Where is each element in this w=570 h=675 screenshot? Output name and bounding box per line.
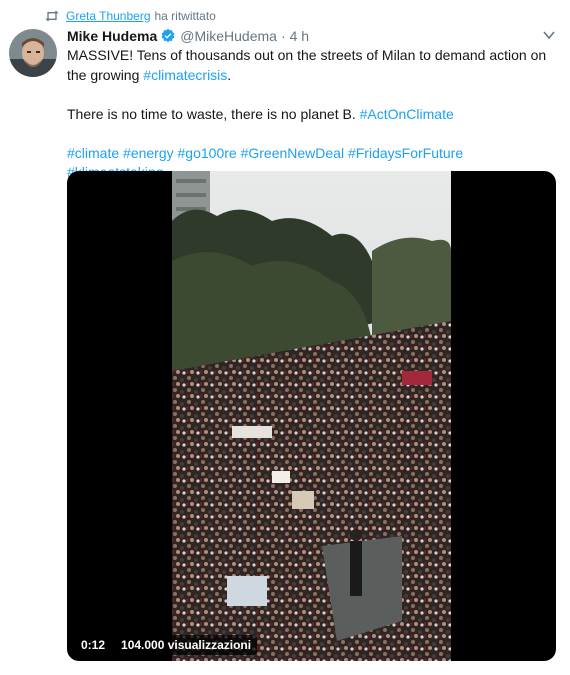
- tweet-paragraph-2: There is no time to waste, there is no p…: [67, 105, 562, 125]
- hashtag-energy[interactable]: #energy: [123, 145, 174, 161]
- video-player[interactable]: 0:12 104.000 visualizzazioni: [67, 171, 556, 661]
- tweet-text: MASSIVE! Tens of thousands out on the st…: [67, 46, 562, 183]
- retweet-icon: [45, 10, 59, 22]
- hashtag-go100re[interactable]: #go100re: [178, 145, 237, 161]
- header-separator: ·: [280, 28, 286, 44]
- hashtag-climatecrisis[interactable]: #climatecrisis: [143, 67, 227, 83]
- retweet-action-text: ha ritwittato: [154, 9, 216, 23]
- author-handle[interactable]: @MikeHudema: [180, 28, 277, 44]
- hashtag-climate[interactable]: #climate: [67, 145, 119, 161]
- tweet-paragraph-1: MASSIVE! Tens of thousands out on the st…: [67, 46, 562, 85]
- video-view-count: 104.000 visualizzazioni: [115, 635, 258, 655]
- tweet-header: Mike Hudema @MikeHudema · 4 h: [67, 28, 309, 44]
- author-name[interactable]: Mike Hudema: [67, 28, 157, 44]
- tweet-text-2a: There is no time to waste, there is no p…: [67, 105, 360, 122]
- tweet-text-1a: MASSIVE! Tens of thousands out on the st…: [67, 47, 547, 83]
- retweet-context: Greta Thunberg ha ritwittato: [44, 7, 216, 25]
- video-info-bar: 0:12 104.000 visualizzazioni: [75, 635, 258, 655]
- video-frame-crowd: [172, 171, 451, 661]
- video-duration: 0:12: [75, 635, 112, 655]
- hashtag-actonclimate[interactable]: #ActOnClimate: [360, 106, 454, 122]
- tweet-text-1b: .: [227, 66, 232, 83]
- chevron-down-icon[interactable]: [542, 28, 556, 42]
- hashtag-greennewdeal[interactable]: #GreenNewDeal: [241, 145, 345, 161]
- avatar[interactable]: [9, 29, 57, 77]
- hashtag-fridaysforfuture[interactable]: #FridaysForFuture: [348, 145, 463, 161]
- verified-badge-icon: [161, 28, 175, 43]
- retweeter-link[interactable]: Greta Thunberg: [66, 9, 151, 23]
- tweet-time[interactable]: 4 h: [290, 28, 309, 44]
